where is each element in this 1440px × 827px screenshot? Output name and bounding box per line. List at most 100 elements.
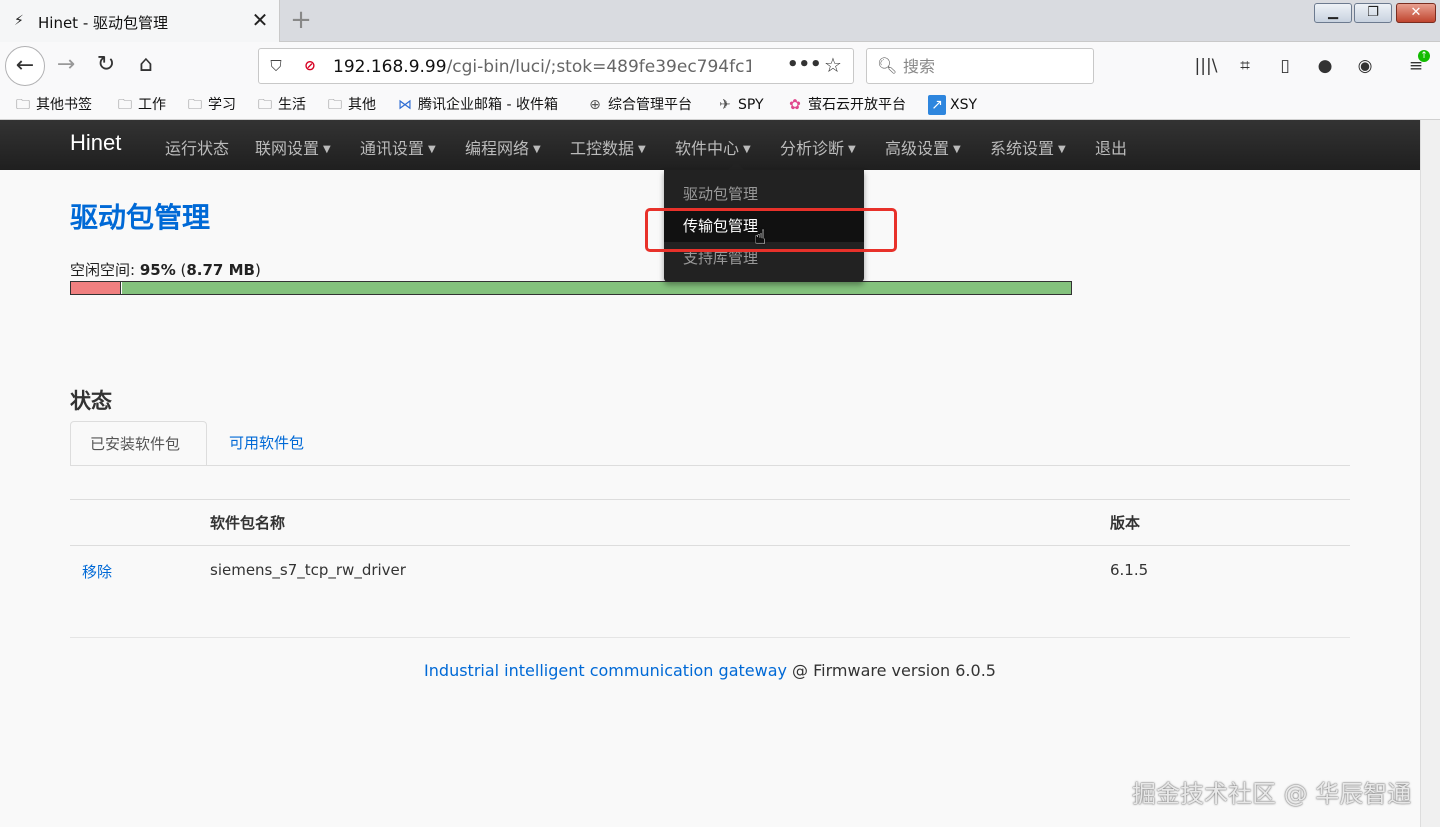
footer-divider (70, 637, 1350, 638)
bookmark-label: 其他书签 (36, 97, 92, 113)
search-input[interactable] (903, 54, 1083, 78)
brand-logo[interactable]: Hinet (70, 130, 121, 156)
nav-toolbar: ← → ↻ ⌂ ⛉ ⊘ 192.168.9.99/cgi-bin/luci/;s… (0, 42, 1440, 90)
caret-down-icon: ▼ (953, 144, 961, 155)
bookmark-label: XSY (950, 97, 978, 113)
tab-installed-packages[interactable]: 已安装软件包 (70, 421, 207, 466)
column-header-version: 版本 (1110, 514, 1141, 532)
column-header-package-name: 软件包名称 (210, 514, 286, 532)
nav-item-system[interactable]: 系统设置 ▼ (990, 135, 1066, 159)
sidebar-icon[interactable]: ▯ (1273, 54, 1297, 78)
reload-button[interactable]: ↻ (86, 46, 126, 86)
page-actions-icon[interactable]: ••• (787, 55, 822, 75)
bookmark-item[interactable]: ⋈ 腾讯企业邮箱 - 收件箱 (396, 95, 558, 115)
url-host: 192.168.9.99 (333, 57, 447, 77)
nav-item-comm[interactable]: 通讯设置 ▼ (360, 135, 436, 159)
chat-icon[interactable]: ● (1313, 54, 1337, 78)
tab-strip: ⚡ Hinet - 驱动包管理 ✕ + ▁ ❐ ✕ (0, 0, 1440, 42)
bookmark-label: 综合管理平台 (608, 97, 692, 113)
bookmark-label: 学习 (208, 97, 236, 113)
dropdown-item-driver-packages[interactable]: 驱动包管理 (664, 178, 864, 210)
account-icon[interactable]: ◉ (1353, 54, 1377, 78)
nav-label: 高级设置 (885, 139, 950, 158)
nav-label: 软件中心 (675, 139, 740, 158)
back-button[interactable]: ← (5, 46, 45, 86)
xsy-icon: ↗ (928, 95, 946, 115)
storage-free-segment (122, 282, 1071, 294)
caret-down-icon: ▼ (743, 144, 751, 155)
caret-down-icon: ▼ (323, 144, 331, 155)
nav-label: 系统设置 (990, 139, 1055, 158)
section-title: 状态 (70, 389, 112, 413)
search-icon: 🔍︎ (877, 56, 898, 75)
window-close-button[interactable]: ✕ (1396, 3, 1436, 23)
library-icon[interactable]: |||\ (1194, 54, 1218, 78)
bookmark-label: 萤石云开放平台 (808, 97, 906, 113)
footer-link[interactable]: Industrial intelligent communication gat… (424, 661, 787, 680)
page-title: 驱动包管理 (70, 201, 211, 234)
bookmark-item[interactable]: 🗀 工作 (116, 95, 166, 115)
arrow-right-icon: → (56, 52, 76, 77)
search-box[interactable]: 🔍︎ (866, 48, 1094, 84)
nav-label: 工控数据 (570, 139, 635, 158)
nav-item-logout[interactable]: 退出 (1095, 135, 1127, 159)
restore-button[interactable]: ❐ (1354, 3, 1392, 23)
bookmark-item[interactable]: ↗ XSY (928, 95, 977, 115)
url-text[interactable]: 192.168.9.99/cgi-bin/luci/;stok=489fe39e… (333, 57, 751, 77)
nav-item-diagnostics[interactable]: 分析诊断 ▼ (780, 135, 856, 159)
url-bar[interactable]: ⛉ ⊘ 192.168.9.99/cgi-bin/luci/;stok=489f… (258, 48, 854, 84)
forward-button[interactable]: → (46, 46, 86, 86)
bookmark-item[interactable]: ✿ 萤石云开放平台 (786, 95, 906, 115)
caret-down-icon: ▼ (638, 144, 646, 155)
bookmark-item[interactable]: ✈ SPY (716, 95, 763, 115)
browser-tab[interactable]: ⚡ Hinet - 驱动包管理 ✕ (0, 0, 280, 42)
caret-down-icon: ▼ (848, 144, 856, 155)
table-top-border (70, 499, 1350, 500)
nav-item-industrial-data[interactable]: 工控数据 ▼ (570, 135, 646, 159)
browser-window: ⚡ Hinet - 驱动包管理 ✕ + ▁ ❐ ✕ ← → ↻ ⌂ ⛉ ⊘ 19… (0, 0, 1440, 827)
tencent-mail-icon: ⋈ (398, 97, 412, 113)
home-icon: ⌂ (139, 52, 153, 77)
red-highlight-annotation (645, 208, 897, 252)
nav-label: 分析诊断 (780, 139, 845, 158)
remove-package-link[interactable]: 移除 (82, 561, 112, 582)
bookmark-label: 腾讯企业邮箱 - 收件箱 (418, 97, 558, 113)
bookmark-item[interactable]: 🗀 学习 (186, 95, 236, 115)
nav-label: 编程网络 (465, 139, 530, 158)
bookmark-item[interactable]: 🗀 其他 (326, 95, 376, 115)
home-button[interactable]: ⌂ (126, 46, 166, 86)
folder-icon: 🗀 (16, 97, 30, 113)
nav-label: 运行状态 (165, 139, 230, 158)
reload-icon: ↻ (96, 52, 116, 77)
shield-icon[interactable]: ⛉ (267, 57, 285, 75)
globe-icon: ⊕ (589, 97, 601, 113)
update-badge-icon: ↑ (1418, 50, 1430, 62)
package-name-cell: siemens_s7_tcp_rw_driver (210, 561, 406, 579)
bookmark-label: 生活 (278, 97, 306, 113)
page-scrollbar[interactable] (1420, 120, 1440, 827)
nav-item-software-center[interactable]: 软件中心 ▼ (675, 135, 751, 159)
minimize-button[interactable]: ▁ (1314, 3, 1352, 23)
nav-item-status[interactable]: 运行状态 (165, 135, 229, 159)
screenshot-icon[interactable]: ⌗ (1233, 54, 1257, 78)
bookmark-item[interactable]: 🗀 其他书签 (14, 95, 92, 115)
nav-item-network[interactable]: 联网设置 ▼ (255, 135, 331, 159)
nav-item-advanced[interactable]: 高级设置 ▼ (885, 135, 961, 159)
caret-down-icon: ▼ (428, 144, 436, 155)
tabs-divider (70, 465, 1350, 466)
bookmark-item[interactable]: ⊕ 综合管理平台 (586, 95, 692, 115)
arrow-left-icon: ← (15, 53, 35, 78)
footer-firmware-text: @ Firmware version 6.0.5 (786, 661, 996, 680)
insecure-lock-icon[interactable]: ⊘ (301, 57, 319, 75)
bookmark-item[interactable]: 🗀 生活 (256, 95, 306, 115)
close-tab-icon[interactable]: ✕ (250, 9, 270, 31)
bookmark-star-icon[interactable]: ☆ (821, 54, 845, 76)
nav-item-programming[interactable]: 编程网络 ▼ (465, 135, 541, 159)
bookmark-label: 其他 (348, 97, 376, 113)
tab-available-packages[interactable]: 可用软件包 (210, 421, 323, 466)
new-tab-button[interactable]: + (286, 5, 316, 35)
folder-icon: 🗀 (258, 97, 272, 113)
tab-title: Hinet - 驱动包管理 (38, 14, 169, 32)
bookmark-label: 工作 (138, 97, 166, 113)
free-space-text: 空闲空间: (70, 261, 140, 279)
